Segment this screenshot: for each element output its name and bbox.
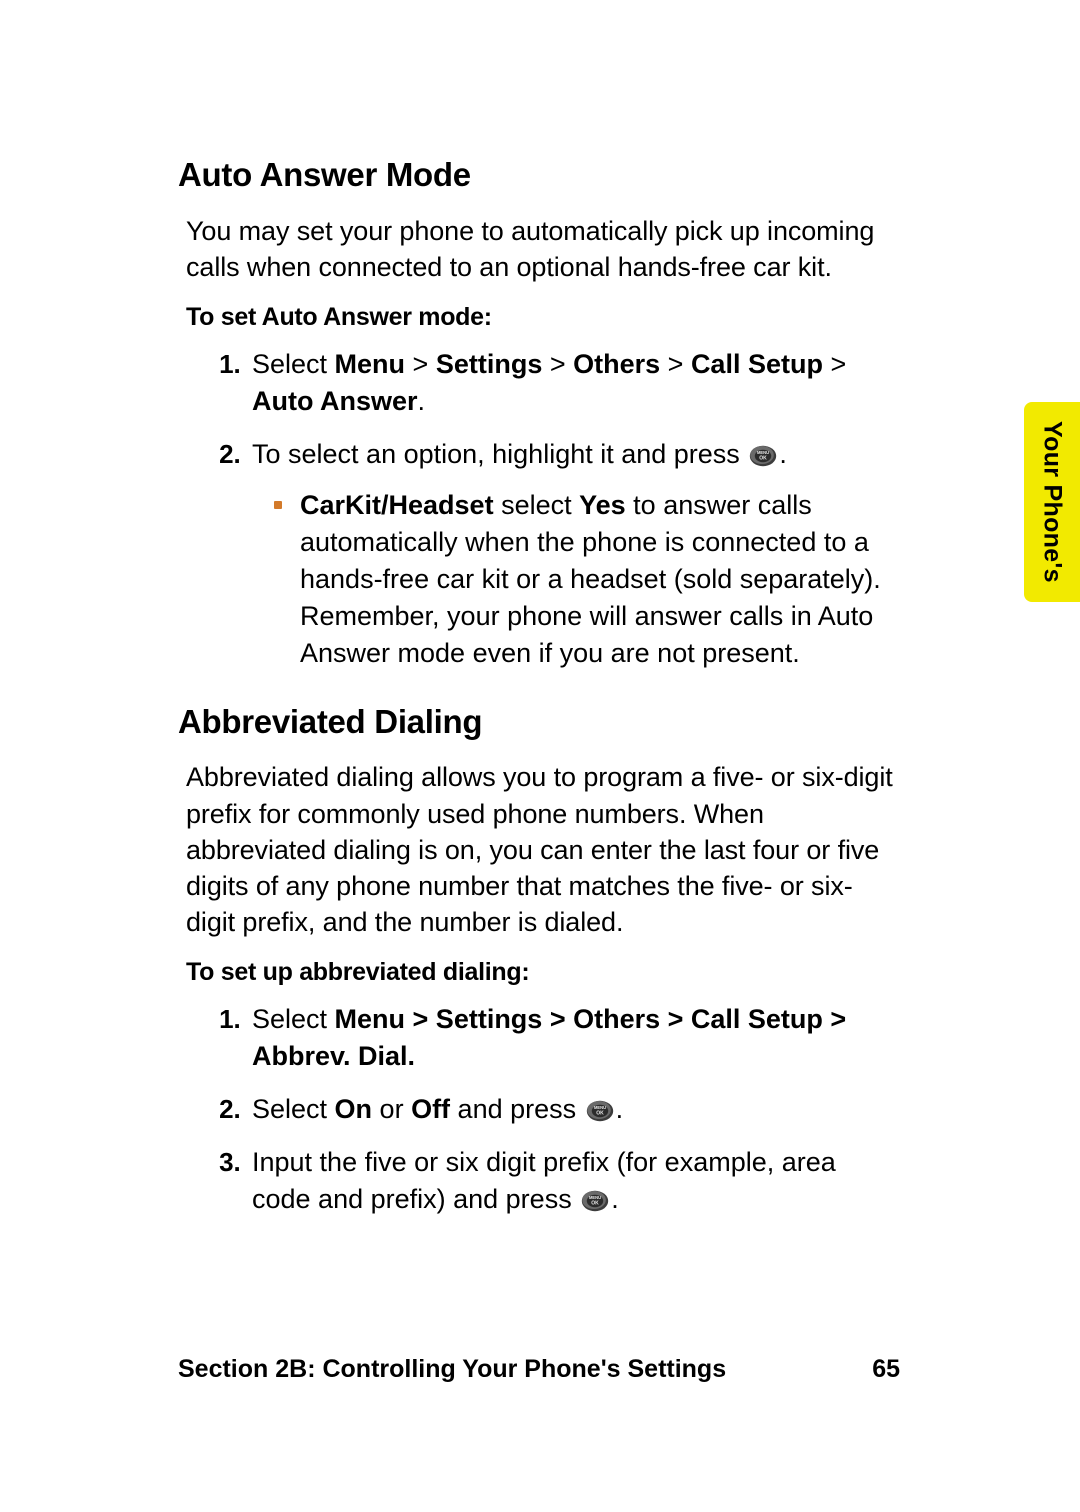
manual-page: Your Phone's Auto Answer Mode You may se…	[0, 0, 1080, 1512]
task-heading-abbrev-dial: To set up abbreviated dialing:	[186, 958, 900, 987]
section-auto-answer: Auto Answer Mode You may set your phone …	[178, 155, 900, 672]
menu-ok-icon	[581, 1190, 609, 1212]
t: Settings	[436, 349, 543, 379]
t: or	[372, 1094, 411, 1124]
t: Off	[411, 1094, 450, 1124]
step-3: Input the five or six digit prefix (for …	[248, 1144, 900, 1218]
section-abbrev-dial: Abbreviated Dialing Abbreviated dialing …	[178, 702, 900, 1218]
steps-abbrev-dial: Select Menu > Settings > Others > Call S…	[186, 1001, 900, 1218]
t: .	[779, 439, 787, 469]
step-2-text: Select On or Off and press .	[252, 1094, 623, 1124]
footer-section-label: Section 2B: Controlling Your Phone's Set…	[178, 1355, 726, 1384]
heading-abbrev-dial: Abbreviated Dialing	[178, 702, 900, 742]
t: Menu	[335, 349, 406, 379]
step-2: To select an option, highlight it and pr…	[248, 436, 900, 672]
section-tab: Your Phone's	[1024, 402, 1080, 602]
t: select	[494, 490, 580, 520]
t: Auto Answer	[252, 386, 418, 416]
t: Select	[252, 349, 335, 379]
t: Call Setup	[691, 349, 823, 379]
intro-auto-answer: You may set your phone to automatically …	[186, 213, 900, 285]
step-1: Select Menu > Settings > Others > Call S…	[248, 1001, 900, 1075]
t: On	[335, 1094, 373, 1124]
t: .	[611, 1184, 619, 1214]
step-3-text: Input the five or six digit prefix (for …	[252, 1147, 836, 1214]
t: Yes	[579, 490, 626, 520]
section-tab-label: Your Phone's	[1038, 421, 1067, 583]
t: Select	[252, 1004, 335, 1034]
page-number: 65	[872, 1355, 900, 1384]
step-1-text: Select Menu > Settings > Others > Call S…	[252, 1004, 846, 1071]
t: To select an option, highlight it and pr…	[252, 439, 747, 469]
step-2-text: To select an option, highlight it and pr…	[252, 439, 787, 469]
task-heading-auto-answer: To set Auto Answer mode:	[186, 303, 900, 332]
t: Input the five or six digit prefix (for …	[252, 1147, 836, 1214]
heading-auto-answer: Auto Answer Mode	[178, 155, 900, 195]
step-2: Select On or Off and press .	[248, 1091, 900, 1128]
t: Others	[573, 349, 660, 379]
t: .	[616, 1094, 624, 1124]
step-1-text: Select Menu > Settings > Others > Call S…	[252, 349, 846, 416]
t: Menu > Settings > Others > Call Setup > …	[252, 1004, 846, 1071]
t: Select	[252, 1094, 335, 1124]
bullet-carkit: CarKit/Headset select Yes to answer call…	[300, 487, 900, 672]
menu-ok-icon	[586, 1100, 614, 1122]
step-1: Select Menu > Settings > Others > Call S…	[248, 346, 900, 420]
t: .	[418, 386, 426, 416]
intro-abbrev-dial: Abbreviated dialing allows you to progra…	[186, 759, 900, 940]
sub-bullets: CarKit/Headset select Yes to answer call…	[252, 487, 900, 672]
steps-auto-answer: Select Menu > Settings > Others > Call S…	[186, 346, 900, 672]
t: CarKit/Headset	[300, 490, 494, 520]
t: and press	[450, 1094, 584, 1124]
menu-ok-icon	[749, 445, 777, 467]
page-footer: Section 2B: Controlling Your Phone's Set…	[178, 1355, 900, 1384]
